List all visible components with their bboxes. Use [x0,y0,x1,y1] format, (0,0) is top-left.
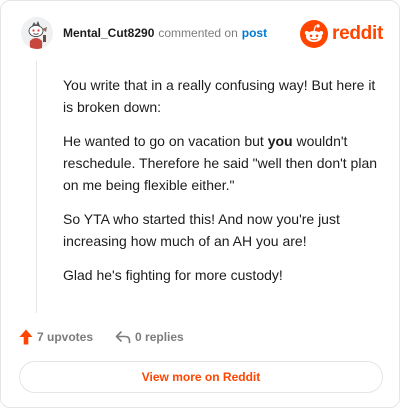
comment-paragraph: You write that in a really confusing way… [63,77,376,115]
comment-emphasis: you [267,133,293,149]
comment-paragraph: So YTA who started this! And now you're … [63,211,340,249]
view-more-button[interactable]: View more on Reddit [19,361,383,393]
reddit-logo[interactable]: reddit [300,19,383,49]
comment-actions: 7 upvotes 0 replies [19,328,184,346]
upvote-count: 7 upvotes [37,330,94,344]
embedded-comment-card: Mental_Cut8290 commented on post reddit Yo… [0,0,400,408]
post-link[interactable]: post [242,26,267,40]
comment-paragraph: He wanted to go on vacation but you woul… [63,130,383,196]
username-link[interactable]: Mental_Cut8290 [63,26,154,40]
replies-button[interactable]: 0 replies [115,330,184,344]
meta-verb: commented on [158,26,238,40]
comment-meta: Mental_Cut8290 commented on post [63,25,267,41]
comment-body: You write that in a really confusing way… [63,74,383,298]
comment-text: He wanted to go on vacation but [63,133,268,149]
upvote-button[interactable]: 7 upvotes [19,329,93,345]
avatar[interactable] [21,17,53,49]
reddit-snoo-icon [300,20,329,48]
reddit-wordmark: reddit [332,23,383,44]
snoo-avatar-icon [21,17,53,49]
comment-header: Mental_Cut8290 commented on post reddit [21,17,383,53]
upvote-arrow-icon [19,329,33,345]
reply-count: 0 replies [135,330,184,344]
reply-arrow-icon [115,331,131,344]
thread-line [36,61,37,313]
comment-paragraph: Glad he's fighting for more custody! [63,267,283,283]
